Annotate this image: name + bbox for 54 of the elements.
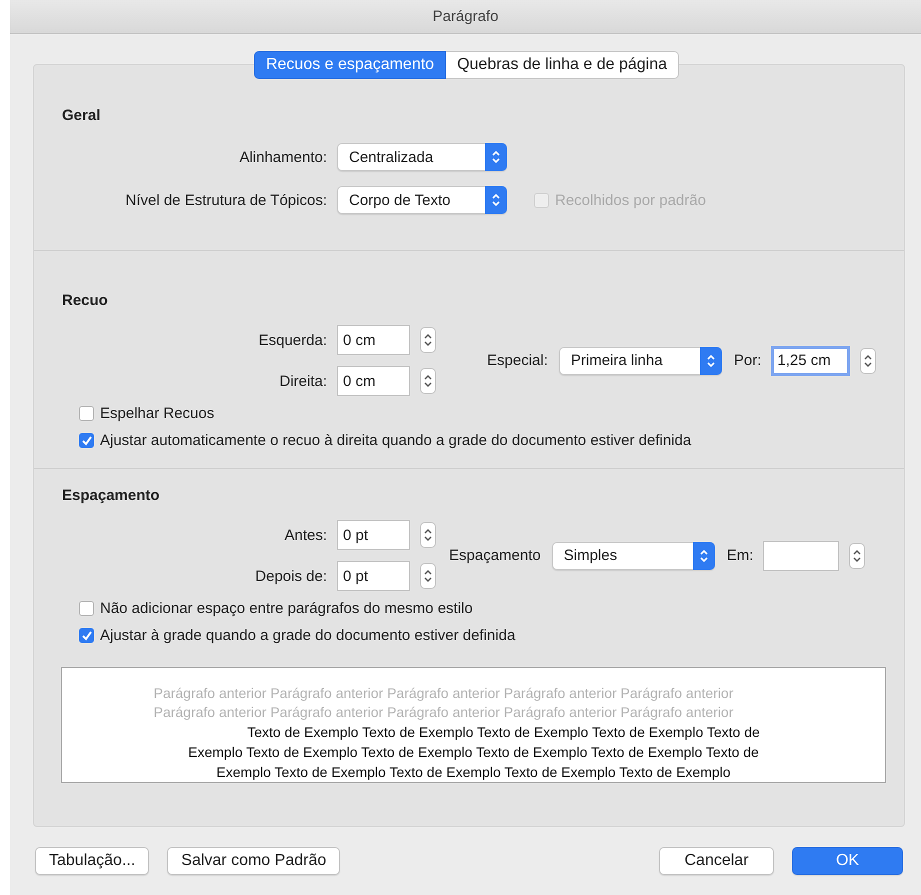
field-label: Por: [734, 352, 762, 369]
preview-text: Exemplo Texto de Exemplo Texto de Exemplo Texto de Exemplo Texto de Exemplo Texto de [187, 743, 760, 762]
field-label: Espaçamento [449, 547, 541, 564]
chevron-icon [485, 143, 507, 171]
field-label: Especial: [487, 352, 548, 369]
checkbox-label: Espelhar Recuos [100, 405, 214, 422]
input-field[interactable] [763, 540, 840, 570]
dialog-button[interactable]: Salvar como Padrão [167, 847, 340, 875]
tab[interactable]: Quebras de linha e de página [446, 51, 680, 79]
alignment-dropdown[interactable]: Centralizada [337, 143, 507, 171]
field-label: Nível de Estrutura de Tópicos: [124, 192, 327, 208]
section-heading: Geral [62, 107, 102, 125]
tab[interactable]: Recuos e espaçamento [254, 51, 446, 79]
stepper-icon[interactable] [860, 348, 876, 374]
input-field[interactable]: 0 pt [337, 561, 410, 591]
stepper-icon[interactable] [849, 542, 866, 568]
field-label: Antes: [283, 526, 327, 544]
stepper-icon[interactable] [420, 522, 436, 548]
dialog-button[interactable]: OK [792, 847, 903, 875]
input-field[interactable]: 0 pt [337, 520, 410, 550]
input-field[interactable]: 0 cm [337, 366, 410, 396]
dialog-button[interactable]: Tabulação... [35, 847, 150, 875]
field-label: Direita: [278, 372, 327, 390]
outline-level-dropdown[interactable]: Corpo de Texto [337, 186, 507, 214]
chevron-icon [485, 186, 507, 214]
section-heading: Recuo [62, 292, 109, 310]
section-heading: Espaçamento [62, 487, 161, 505]
field-label: Alinhamento: [238, 148, 327, 166]
checkbox-label: Recolhidos por padrão [555, 192, 706, 208]
input-field[interactable]: 0 cm [337, 325, 410, 355]
field-label: Esquerda: [258, 332, 327, 348]
checkbox[interactable] [79, 601, 94, 616]
preview-text: Parágrafo anterior Parágrafo anterior Parágrafo anterior Parágrafo anterior Parágrafo anterior [152, 684, 734, 703]
window-title: Parágrafo [432, 8, 498, 25]
stepper-icon[interactable] [420, 368, 436, 394]
field-label: Depois de: [254, 568, 327, 584]
input-field[interactable]: 1,25 cm [771, 346, 850, 376]
checkbox-label: Não adicionar espaço entre parágrafos do mesmo estilo [100, 600, 473, 617]
line-spacing-dropdown[interactable]: Simples [552, 542, 715, 570]
preview-text: Texto de Exemplo Texto de Exemplo Texto de Exemplo Texto de Exemplo Texto de [246, 723, 761, 742]
chevron-icon [700, 346, 722, 374]
preview-text: Parágrafo anterior Parágrafo anterior Parágrafo anterior Parágrafo anterior Parágrafo anterior [152, 703, 734, 722]
checkbox-label: Ajustar à grade quando a grade do documento estiver definida [100, 627, 516, 644]
checkbox-label: Ajustar automaticamente o recuo à direita quando a grade do documento estiver definida [100, 432, 692, 449]
checkbox[interactable] [79, 628, 94, 643]
special-dropdown[interactable]: Primeira linha [558, 346, 722, 374]
stepper-icon[interactable] [420, 327, 436, 353]
stepper-icon[interactable] [420, 563, 436, 589]
chevron-icon [692, 542, 715, 570]
field-label: Em: [726, 547, 754, 564]
preview-text: Exemplo Texto de Exemplo Texto de Exemplo Texto de Exemplo Texto de Exemplo [215, 763, 732, 782]
dialog-button[interactable]: Cancelar [659, 847, 774, 875]
checkbox[interactable] [79, 406, 94, 421]
checkbox[interactable] [79, 433, 94, 448]
